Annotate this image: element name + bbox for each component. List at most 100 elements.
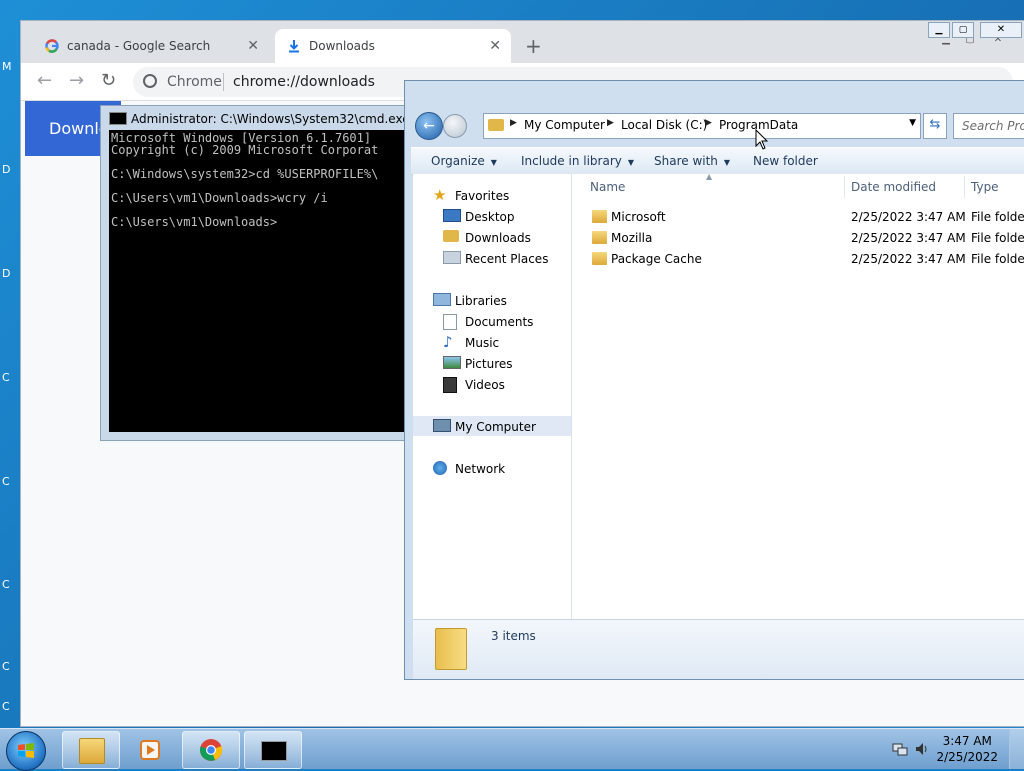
taskbar-media-player[interactable] <box>122 731 180 769</box>
explorer-window-controls: ▁ ▢ ✕ <box>926 20 1024 40</box>
item-count: 3 items <box>491 629 536 643</box>
network-icon <box>433 461 447 475</box>
explorer-icon <box>79 738 105 764</box>
file-name: Microsoft <box>611 210 666 224</box>
desktop-icon-label-6[interactable]: C <box>2 578 10 591</box>
file-date: 2/25/2022 3:47 AM <box>851 210 966 224</box>
close-tab-icon[interactable]: ✕ <box>489 29 501 63</box>
organize-button[interactable]: Organize ▼ <box>431 154 497 168</box>
desktop-icon-label-1[interactable]: M <box>2 60 12 73</box>
column-header-date-modified[interactable]: Date modified <box>851 180 936 194</box>
volume-icon[interactable] <box>914 741 930 757</box>
details-pane: 3 items <box>413 619 1024 679</box>
back-arrow-icon[interactable]: ← <box>415 112 443 140</box>
desktop-icon-label-7[interactable]: C <box>2 660 10 673</box>
reload-icon[interactable]: ↻ <box>101 70 116 91</box>
close-icon[interactable]: ✕ <box>980 22 1022 38</box>
breadcrumb-arrow-icon[interactable]: ▶ <box>607 118 614 128</box>
windows-logo-icon <box>18 743 34 758</box>
column-header-type[interactable]: Type <box>971 180 999 194</box>
maximize-icon[interactable]: ▢ <box>952 22 974 38</box>
file-name: Mozilla <box>611 231 653 245</box>
file-row[interactable]: Mozilla 2/25/2022 3:47 AM File folder <box>572 228 1024 249</box>
cmd-icon <box>261 741 287 761</box>
desktop-icon <box>443 209 461 222</box>
close-tab-icon[interactable]: ✕ <box>247 29 259 63</box>
chrome-tab-strip: canada - Google Search ✕ Downloads ✕ + ▁… <box>21 21 1024 63</box>
file-type: File folder <box>971 231 1024 245</box>
new-folder-button[interactable]: New folder <box>753 154 818 168</box>
include-in-library-button[interactable]: Include in library ▼ <box>521 154 634 168</box>
file-type: File folder <box>971 210 1024 224</box>
file-row[interactable]: Microsoft 2/25/2022 3:47 AM File folder <box>572 207 1024 228</box>
star-icon: ★ <box>433 186 447 204</box>
file-date: 2/25/2022 3:47 AM <box>851 252 966 266</box>
sort-arrow-icon: ▲ <box>706 172 713 181</box>
taskbar-explorer[interactable] <box>62 731 120 769</box>
file-row[interactable]: Package Cache 2/25/2022 3:47 AM File fol… <box>572 249 1024 270</box>
minimize-icon[interactable]: ▁ <box>928 22 950 38</box>
clock-date: 2/25/2022 <box>936 750 998 764</box>
chevron-down-icon[interactable]: ▼ <box>909 118 916 128</box>
desktop-icon-label-5[interactable]: C <box>2 475 10 488</box>
media-player-icon <box>140 740 160 760</box>
console-line: C:\Windows\system32>cd %USERPROFILE%\ <box>111 167 379 181</box>
desktop-icon-label-2[interactable]: D <box>2 163 10 176</box>
tab-label: Downloads <box>309 39 375 53</box>
cmd-title-bar[interactable]: Administrator: C:\Windows\System32\cmd.e… <box>101 106 421 130</box>
show-desktop-button[interactable] <box>1009 729 1024 769</box>
column-divider[interactable] <box>964 176 965 198</box>
url-text: chrome://downloads <box>233 74 375 90</box>
download-icon <box>289 40 299 53</box>
file-list: ▲ Name Date modified Type Microsoft 2/25… <box>572 172 1024 619</box>
share-with-button[interactable]: Share with ▼ <box>654 154 730 168</box>
breadcrumb-local-disk[interactable]: Local Disk (C:) <box>621 118 707 132</box>
folder-icon <box>592 252 607 265</box>
file-type: File folder <box>971 252 1024 266</box>
system-clock[interactable]: 3:47 AM 2/25/2022 <box>936 733 998 765</box>
console-line: Copyright (c) 2009 Microsoft Corporat <box>111 143 379 157</box>
taskbar-cmd[interactable] <box>244 731 302 769</box>
desktop-icon-label-3[interactable]: D <box>2 267 10 280</box>
command-bar: Organize ▼ Include in library ▼ Share with… <box>411 147 1024 175</box>
recent-places-icon <box>443 251 461 264</box>
chrome-icon <box>200 739 223 761</box>
column-header-name[interactable]: Name <box>590 180 625 194</box>
omnibox-divider <box>223 73 224 91</box>
tab-downloads[interactable]: Downloads ✕ <box>275 29 511 63</box>
start-button[interactable] <box>6 731 46 771</box>
cmd-icon <box>109 112 127 125</box>
folder-icon <box>592 231 607 244</box>
site-chip-label: Chrome <box>167 74 222 90</box>
forward-arrow-icon[interactable]: → <box>69 70 84 91</box>
search-input[interactable]: Search Prog <box>953 113 1024 139</box>
computer-icon <box>433 419 451 432</box>
cmd-console[interactable]: Microsoft Windows [Version 6.1.7601] Cop… <box>109 130 421 432</box>
network-tray-icon[interactable] <box>892 741 908 757</box>
desktop-icon-label-4[interactable]: C <box>2 371 10 384</box>
breadcrumb-arrow-icon[interactable]: ▶ <box>705 118 712 128</box>
new-tab-button[interactable]: + <box>525 34 542 58</box>
mouse-pointer-icon <box>755 129 769 150</box>
address-bar[interactable]: ▶ My Computer ▶ Local Disk (C:) ▶ Progra… <box>483 113 921 139</box>
navigation-pane: ★ Favorites Desktop Downloads Recent Pla… <box>413 174 572 619</box>
chrome-site-icon <box>143 74 157 88</box>
google-icon <box>45 39 59 53</box>
desktop-icon-label-8[interactable]: C <box>2 700 10 713</box>
refresh-icon[interactable]: ⇆ <box>923 113 947 139</box>
documents-icon <box>443 314 457 330</box>
explorer-window: ← ▶ My Computer ▶ Local Disk (C:) ▶ Prog… <box>404 80 1024 680</box>
taskbar-chrome[interactable] <box>182 731 240 769</box>
tab-google-search[interactable]: canada - Google Search ✕ <box>33 29 269 63</box>
column-divider[interactable] <box>844 176 845 198</box>
breadcrumb-arrow-icon[interactable]: ▶ <box>510 118 517 128</box>
folder-icon <box>435 628 467 670</box>
libraries-icon <box>433 293 451 306</box>
breadcrumb-my-computer[interactable]: My Computer <box>524 118 605 132</box>
back-arrow-icon[interactable]: ← <box>37 70 52 91</box>
forward-arrow-icon[interactable] <box>443 114 467 138</box>
cmd-title: Administrator: C:\Windows\System32\cmd.e… <box>131 112 410 126</box>
file-date: 2/25/2022 3:47 AM <box>851 231 966 245</box>
tab-label: canada - Google Search <box>67 39 211 53</box>
pictures-icon <box>443 356 461 369</box>
